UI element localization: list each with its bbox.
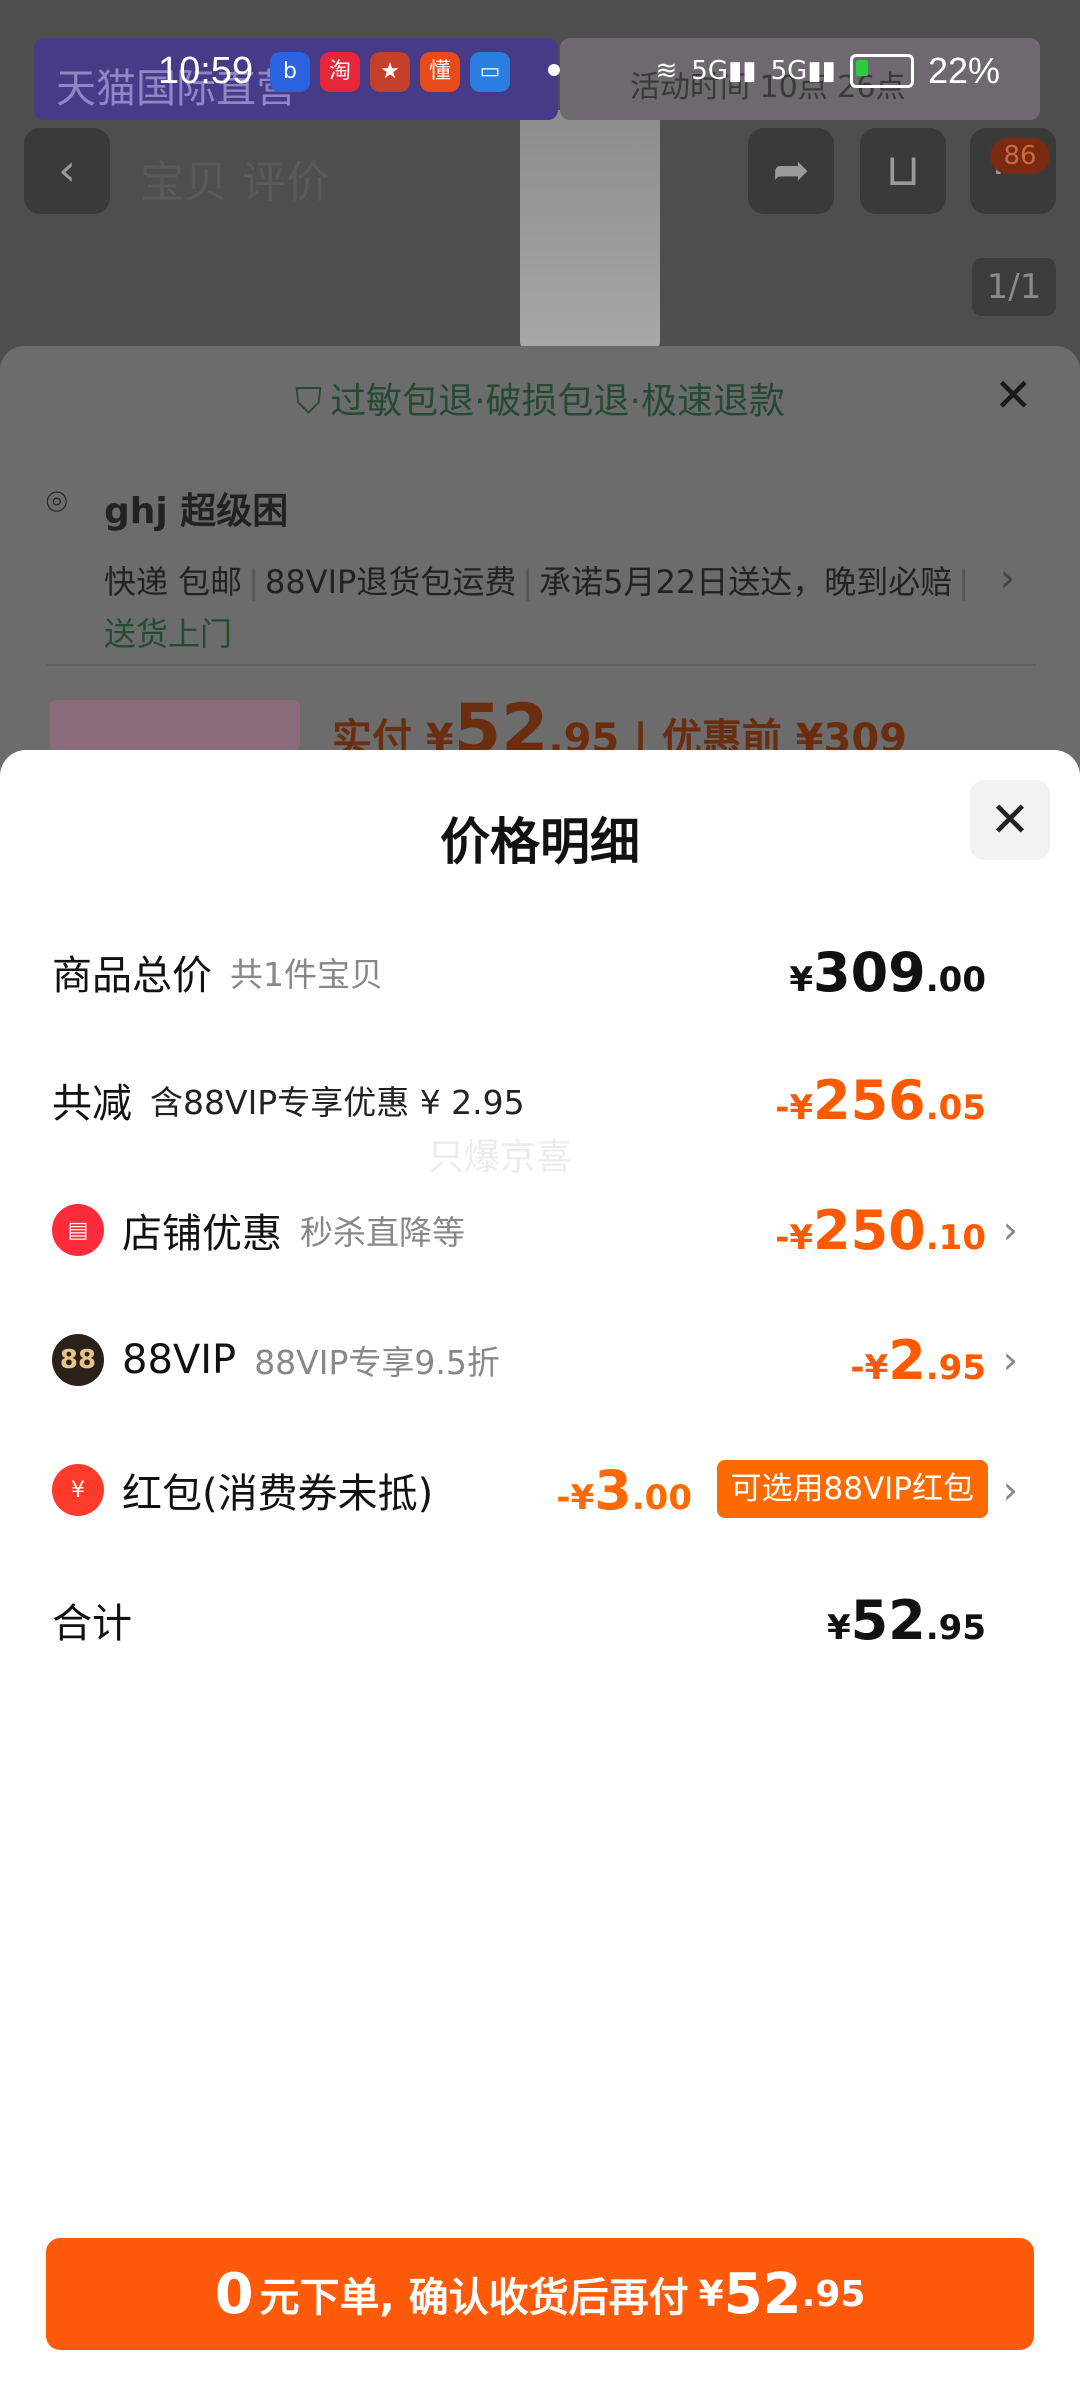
delivery-item: 承诺5月22日送达，晚到必赔 bbox=[539, 563, 953, 601]
row-label: 88VIP bbox=[122, 1337, 237, 1383]
chevron-right-icon: › bbox=[1002, 1208, 1018, 1252]
image-indicator: 1/1 bbox=[972, 258, 1056, 316]
store-icon: ▤ bbox=[52, 1204, 104, 1256]
price-detail-modal: 价格明细 ✕ 只爆京喜 商品总价 共1件宝贝 ¥309.00 共减 含88VIP… bbox=[0, 750, 1080, 2400]
pay-button-zero: 0 bbox=[214, 2261, 254, 2327]
address-name: ghj 超级困 bbox=[104, 491, 289, 532]
row-sub: 88VIP专享9.5折 bbox=[254, 1343, 500, 1382]
notification-dot bbox=[548, 64, 560, 76]
delivery-item: 88VIP退货包运费 bbox=[264, 563, 517, 601]
row-sub: 共1件宝贝 bbox=[230, 955, 383, 994]
pay-button-int: 52 bbox=[723, 2261, 802, 2327]
store-discount-amount: -¥250.10 bbox=[775, 1198, 986, 1262]
shield-check-icon: ⛉ bbox=[295, 381, 323, 422]
pay-button-text: 元下单, 确认收货后再付 bbox=[259, 2275, 689, 2321]
notification-icons: b 淘 ★ 懂 ▭ bbox=[270, 52, 510, 92]
row-sub: 含88VIP专享优惠 ¥ 2.95 bbox=[150, 1083, 525, 1122]
row-store-discount[interactable]: ▤ 店铺优惠 秒杀直降等 -¥250.10 › bbox=[52, 1190, 1032, 1270]
sheet-close-icon[interactable]: ✕ bbox=[994, 368, 1033, 422]
system-icons: ≋ 5G▮▮ 5G▮▮ 22% bbox=[655, 50, 1000, 92]
battery-percent: 22% bbox=[927, 50, 1000, 91]
row-sub: 秒杀直降等 bbox=[300, 1213, 465, 1252]
back-button[interactable]: ‹ bbox=[24, 128, 110, 214]
row-label: 红包(消费券未抵) bbox=[122, 1471, 434, 1517]
status-bar: 天猫国际直营 活动时间 10点 26点 10:59 b 淘 ★ 懂 ▭ ≋ 5G… bbox=[0, 0, 1080, 120]
row-88vip-discount[interactable]: 88 88VIP 88VIP专享9.5折 -¥2.95 › bbox=[52, 1320, 1032, 1400]
signal-icon-2: 5G▮▮ bbox=[770, 56, 836, 86]
close-button[interactable]: ✕ bbox=[970, 780, 1050, 860]
signal-icon-1: 5G▮▮ bbox=[691, 56, 757, 86]
delivery-item: 快递 包邮 bbox=[104, 563, 243, 601]
row-total-price: 商品总价 共1件宝贝 ¥309.00 bbox=[52, 932, 1032, 1012]
location-pin-icon: ⌾ bbox=[46, 482, 68, 523]
guarantee-banner: ⛉ 过敏包退·破损包退·极速退款 bbox=[0, 372, 1080, 424]
wallet-icon: ▭ bbox=[470, 52, 510, 92]
row-label: 共减 bbox=[52, 1081, 132, 1127]
divider bbox=[46, 664, 1036, 666]
app-icon: 懂 bbox=[420, 52, 460, 92]
cart-badge: 86 bbox=[990, 138, 1050, 174]
product-tabs[interactable]: 宝贝 评价 bbox=[140, 146, 330, 210]
row-label: 商品总价 bbox=[52, 953, 212, 999]
address-row[interactable]: ⌾ ghj 超级困 快递 包邮 | 88VIP退货包运费 | 承诺5月22日送达，晚到必… bbox=[46, 482, 1036, 660]
sum-amount: ¥52.95 bbox=[826, 1588, 986, 1652]
share-button[interactable]: ➦ bbox=[748, 128, 834, 214]
row-sum: 合计 ¥52.95 bbox=[52, 1580, 1032, 1660]
product-nav-bar: ‹ 宝贝 评价 ➦ ⊔ ⋯ bbox=[0, 128, 1080, 214]
pay-button-dec: .95 bbox=[801, 2273, 866, 2315]
battery-icon bbox=[849, 54, 914, 88]
red-packet-amount: -¥3.00 bbox=[556, 1458, 692, 1522]
wifi-icon: ≋ bbox=[655, 56, 678, 86]
product-thumbnail bbox=[50, 700, 300, 750]
red-packet-icon: ¥ bbox=[52, 1464, 104, 1516]
vip-red-packet-tag[interactable]: 可选用88VIP红包 bbox=[716, 1460, 988, 1518]
vip-discount-amount: -¥2.95 bbox=[850, 1328, 986, 1392]
reduction-amount: -¥256.05 bbox=[775, 1068, 986, 1132]
cart-button[interactable]: ⊔ bbox=[860, 128, 946, 214]
delivery-info: 快递 包邮 | 88VIP退货包运费 | 承诺5月22日送达，晚到必赔 |送货上门 bbox=[104, 563, 969, 653]
guarantee-text: 过敏包退·破损包退·极速退款 bbox=[330, 381, 785, 422]
taobao-icon: 淘 bbox=[320, 52, 360, 92]
row-label: 合计 bbox=[52, 1601, 132, 1647]
row-red-packet[interactable]: ¥ 红包(消费券未抵) -¥3.00 可选用88VIP红包 › bbox=[52, 1450, 1032, 1530]
baidu-icon: b bbox=[270, 52, 310, 92]
delivery-extra: 送货上门 bbox=[104, 615, 233, 653]
row-label: 店铺优惠 bbox=[122, 1211, 282, 1257]
pay-button-yen: ¥ bbox=[698, 2273, 724, 2315]
row-total-reduction: 共减 含88VIP专享优惠 ¥ 2.95 -¥256.05 bbox=[52, 1060, 1032, 1140]
chevron-right-icon: › bbox=[1000, 556, 1016, 600]
pay-button[interactable]: 0 元下单, 确认收货后再付 ¥ 52 .95 bbox=[46, 2238, 1034, 2350]
close-icon: ✕ bbox=[989, 792, 1031, 848]
modal-title: 价格明细 bbox=[440, 813, 640, 871]
total-amount: ¥309.00 bbox=[789, 940, 986, 1004]
chevron-right-icon: › bbox=[1002, 1468, 1018, 1512]
chevron-right-icon: › bbox=[1002, 1338, 1018, 1382]
clock: 10:59 bbox=[158, 50, 254, 92]
vip-88-icon: 88 bbox=[52, 1334, 104, 1386]
game-icon: ★ bbox=[370, 52, 410, 92]
